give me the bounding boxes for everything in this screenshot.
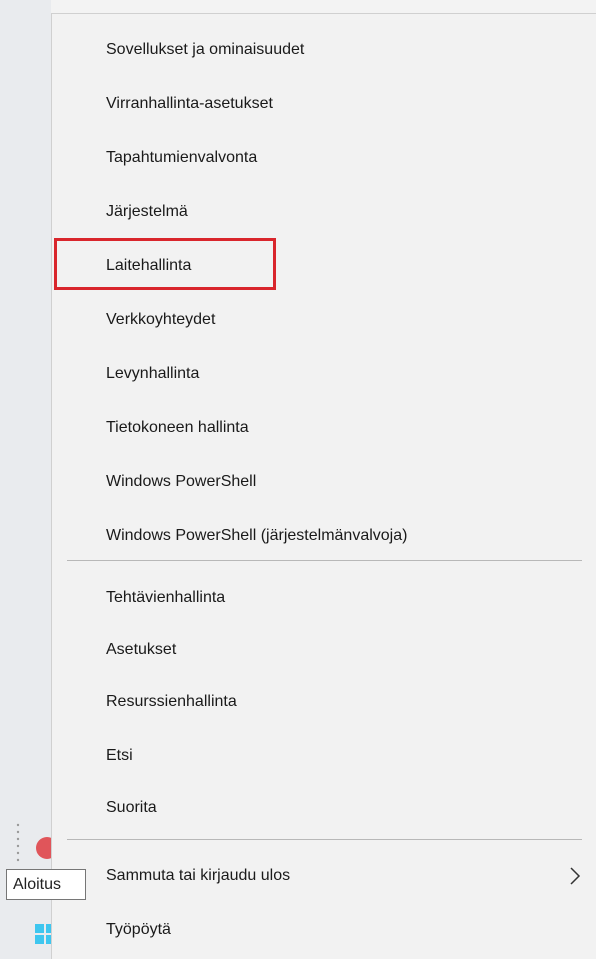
- menu-item-search[interactable]: Etsi: [52, 734, 595, 778]
- menu-item-powershell-admin[interactable]: Windows PowerShell (järjestelmänvalvoja): [52, 514, 595, 558]
- taskbar-grip-icon: [16, 823, 20, 862]
- menu-item-power-options[interactable]: Virranhallinta-asetukset: [52, 82, 595, 126]
- menu-item-label: Järjestelmä: [106, 203, 188, 220]
- menu-item-event-viewer[interactable]: Tapahtumienvalvonta: [52, 136, 595, 180]
- menu-item-label: Työpöytä: [106, 921, 171, 938]
- menu-item-label: Etsi: [106, 747, 133, 764]
- menu-item-label: Tietokoneen hallinta: [106, 419, 249, 436]
- menu-item-label: Sovellukset ja ominaisuudet: [106, 41, 305, 58]
- menu-item-label: Sammuta tai kirjaudu ulos: [106, 867, 291, 884]
- menu-item-shutdown-signout[interactable]: Sammuta tai kirjaudu ulos: [52, 854, 595, 898]
- menu-item-label: Windows PowerShell (järjestelmänvalvoja): [106, 527, 408, 544]
- menu-item-label: Windows PowerShell: [106, 473, 257, 490]
- menu-item-label: Virranhallinta-asetukset: [106, 95, 273, 112]
- desktop-background: [0, 0, 51, 959]
- menu-item-desktop[interactable]: Työpöytä: [52, 908, 595, 952]
- menu-item-label: Verkkoyhteydet: [106, 311, 216, 328]
- menu-item-run[interactable]: Suorita: [52, 786, 595, 830]
- menu-separator: [67, 560, 582, 561]
- menu-item-label: Levynhallinta: [106, 365, 200, 382]
- menu-item-settings[interactable]: Asetukset: [52, 628, 595, 672]
- menu-item-network-connections[interactable]: Verkkoyhteydet: [52, 298, 595, 342]
- menu-item-task-manager[interactable]: Tehtävienhallinta: [52, 576, 595, 620]
- chevron-right-icon: [570, 867, 581, 885]
- highlight-box: [54, 238, 276, 290]
- menu-item-label: Asetukset: [106, 641, 177, 658]
- menu-item-computer-management[interactable]: Tietokoneen hallinta: [52, 406, 595, 450]
- menu-item-apps-features[interactable]: Sovellukset ja ominaisuudet: [52, 28, 595, 72]
- menu-item-label: Tehtävienhallinta: [106, 589, 226, 606]
- menu-item-system[interactable]: Järjestelmä: [52, 190, 595, 234]
- menu-item-file-explorer[interactable]: Resurssienhallinta: [52, 680, 595, 724]
- menu-item-powershell[interactable]: Windows PowerShell: [52, 460, 595, 504]
- menu-item-label: Resurssienhallinta: [106, 693, 237, 710]
- menu-item-disk-management[interactable]: Levynhallinta: [52, 352, 595, 396]
- menu-separator: [67, 839, 582, 840]
- menu-item-label: Tapahtumienvalvonta: [106, 149, 258, 166]
- start-tooltip: Aloitus: [6, 869, 86, 900]
- winx-context-menu: Sovellukset ja ominaisuudet Virranhallin…: [51, 13, 596, 959]
- menu-item-label: Suorita: [106, 799, 157, 816]
